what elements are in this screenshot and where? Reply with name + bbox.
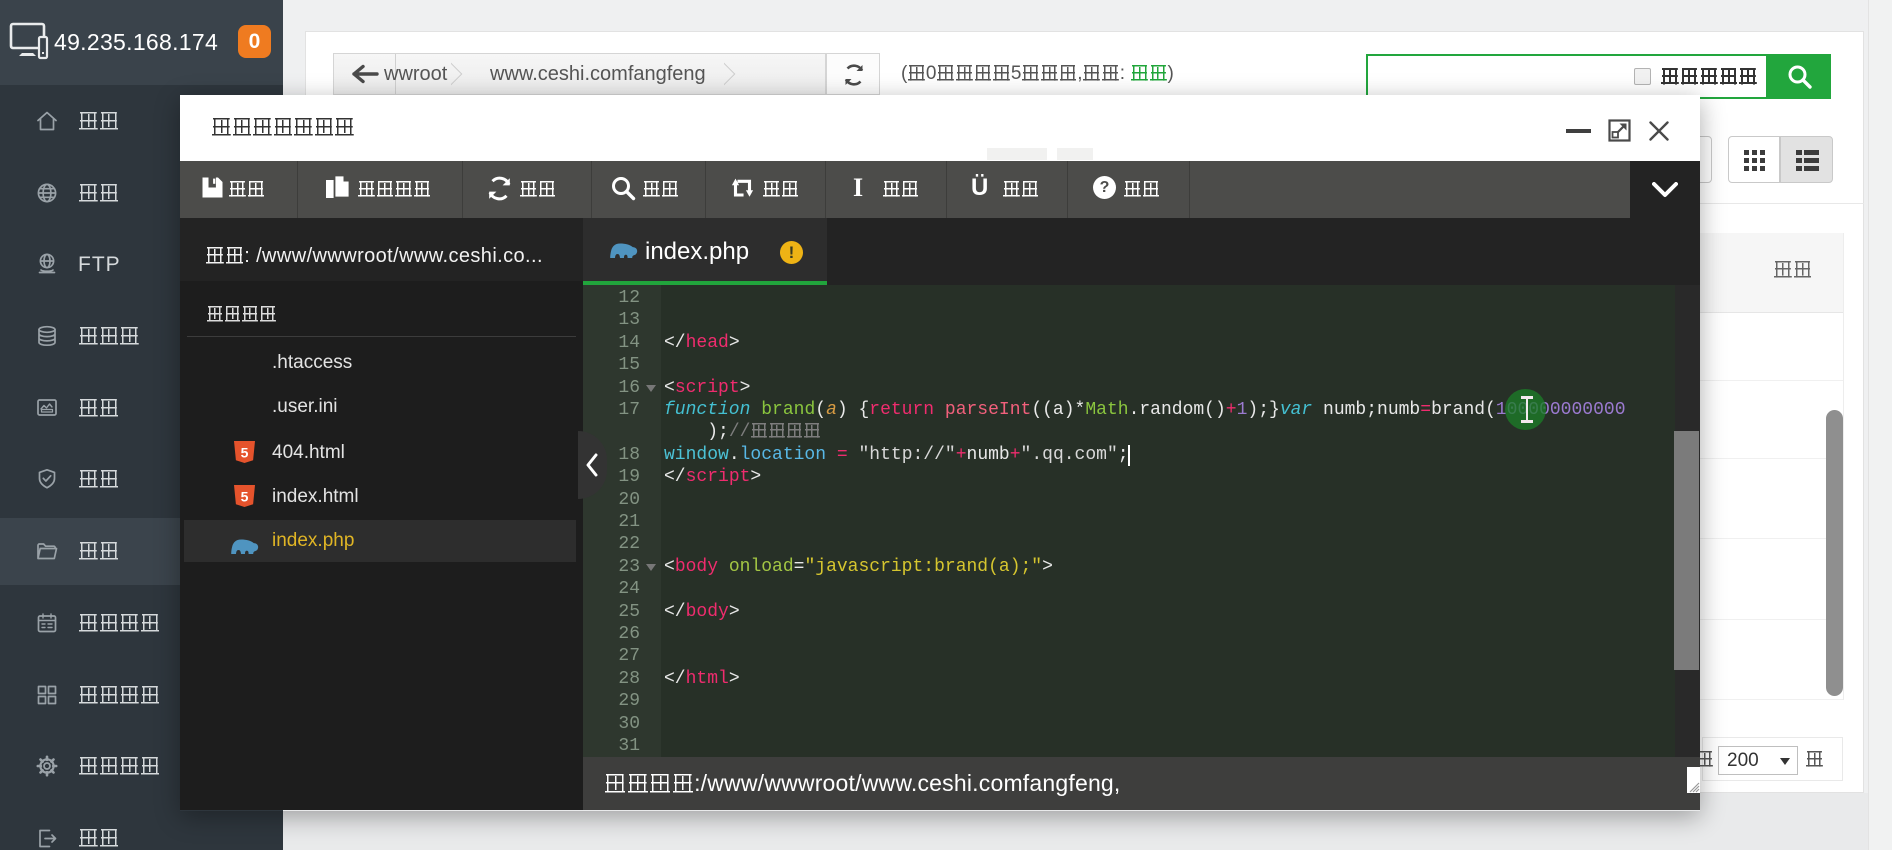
svg-text:5: 5	[241, 489, 249, 505]
svg-text:5: 5	[241, 445, 249, 461]
